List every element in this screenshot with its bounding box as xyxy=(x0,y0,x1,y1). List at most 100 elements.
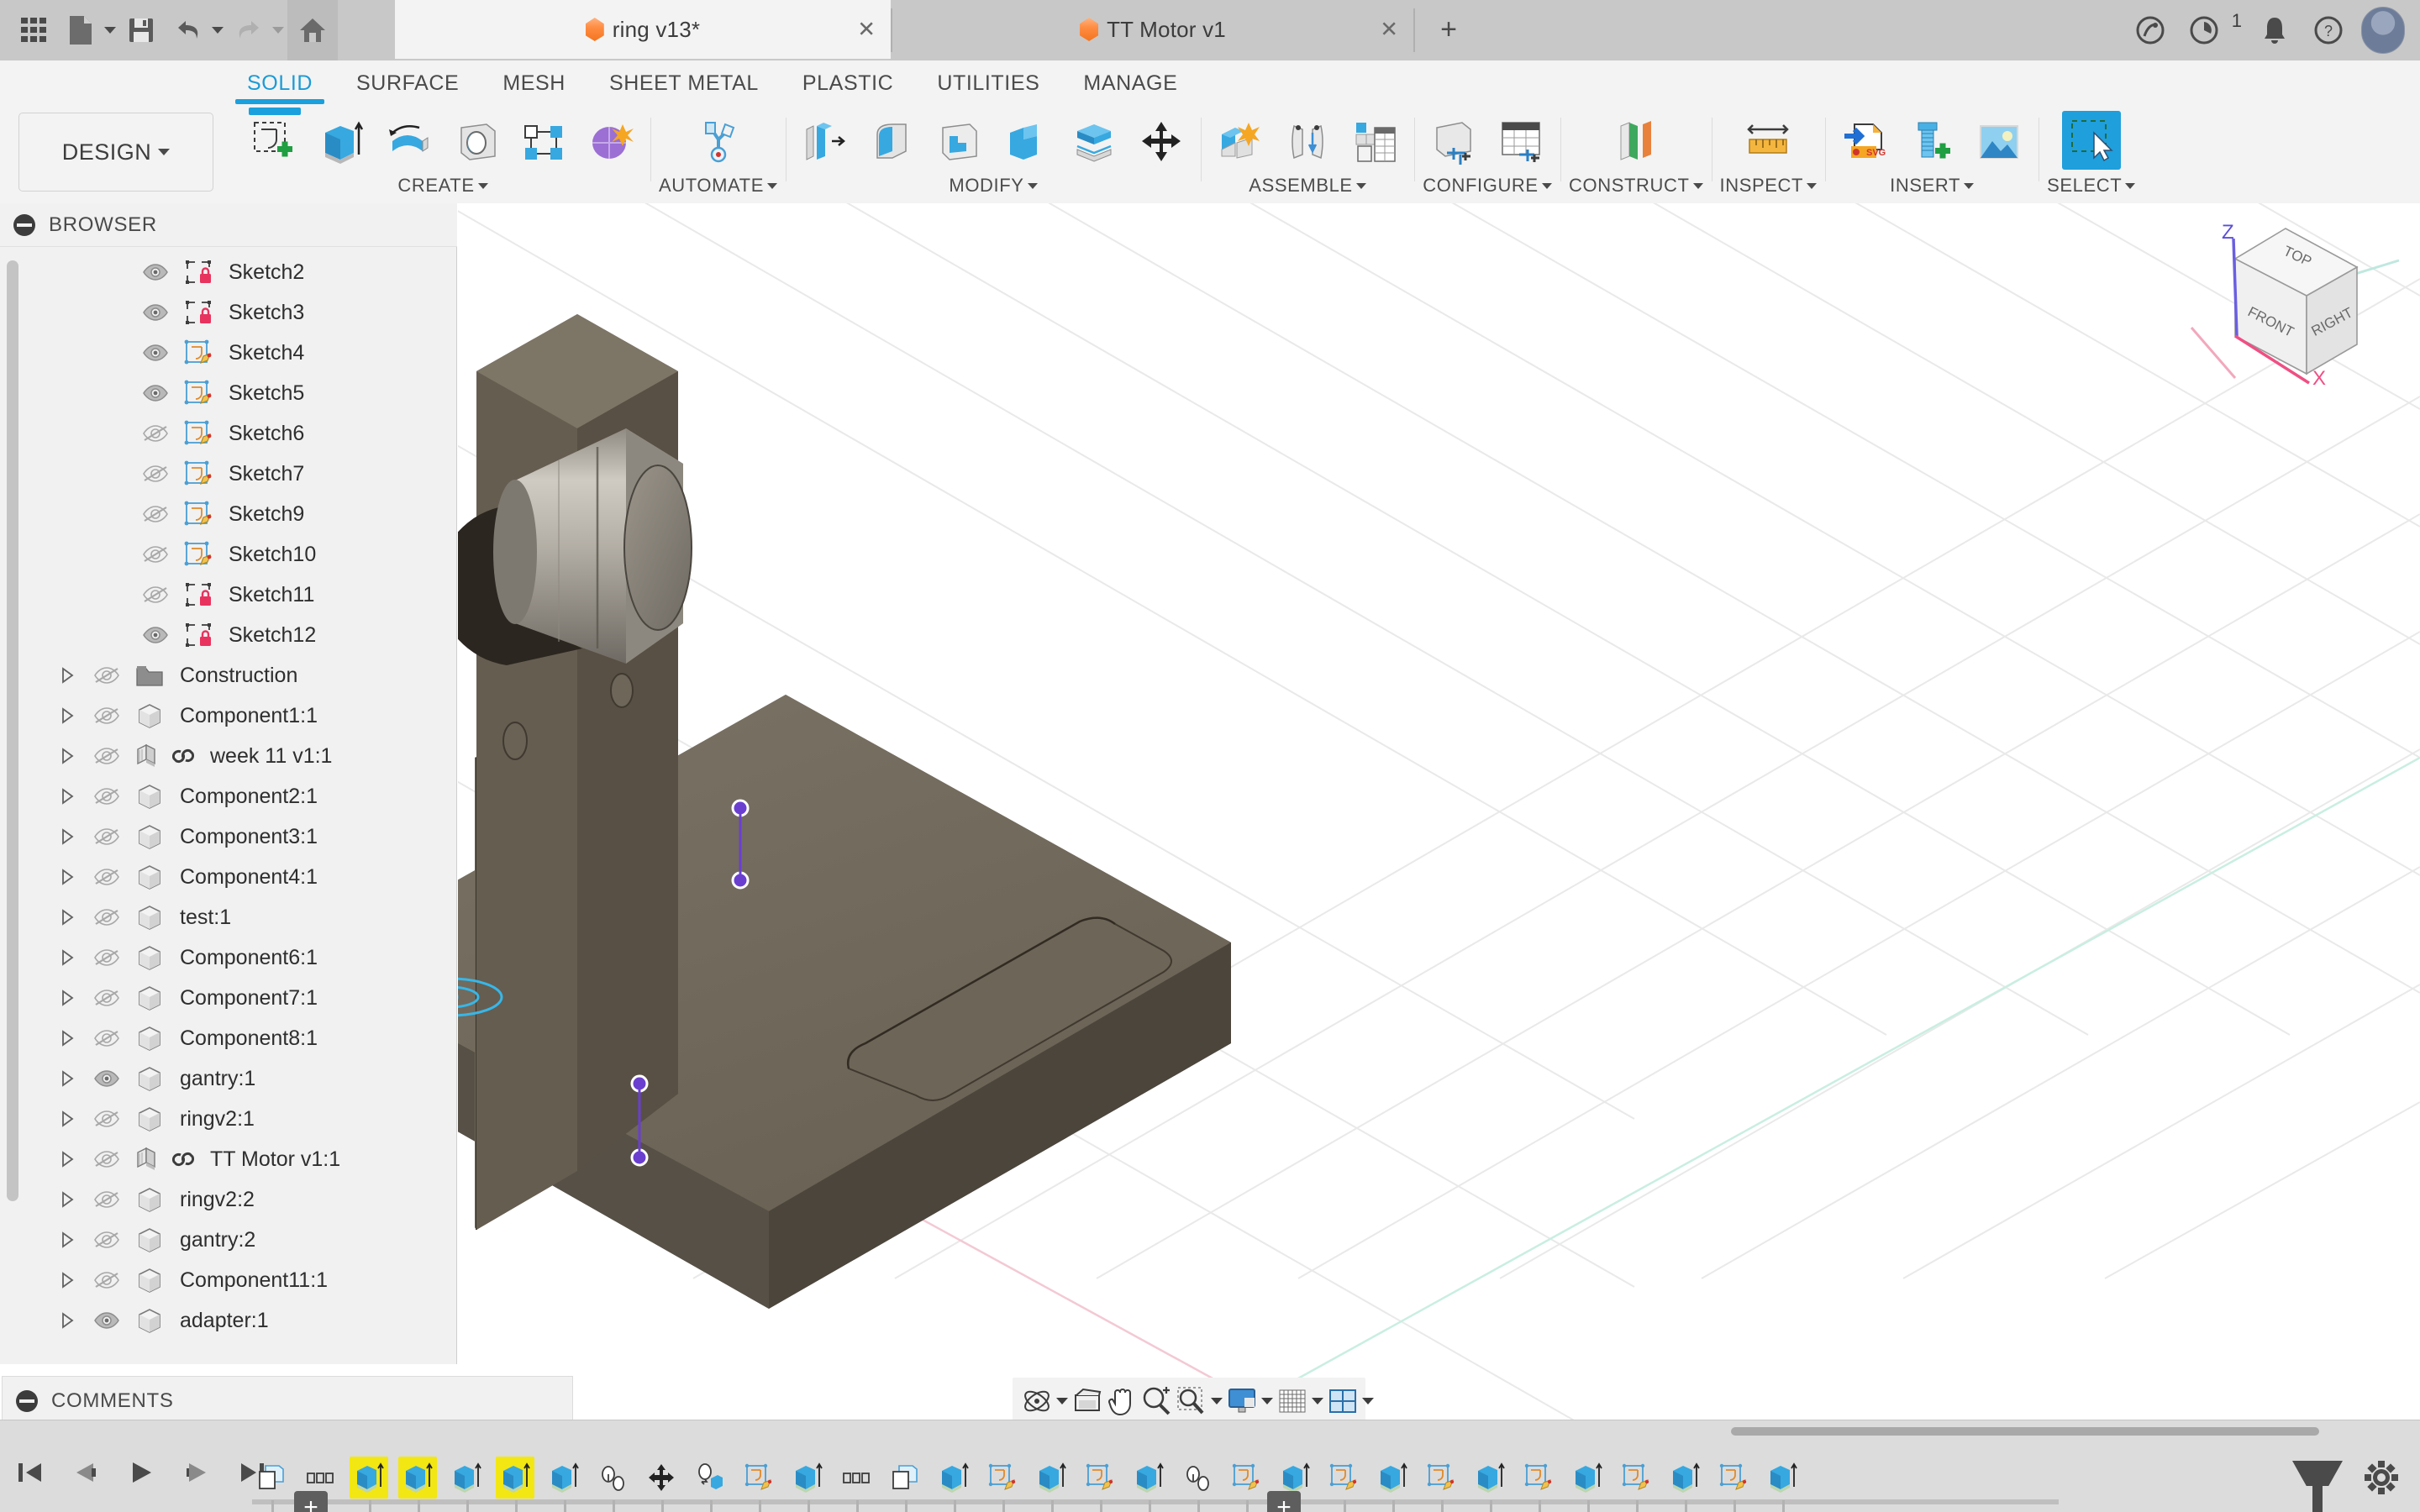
timeline-feature-extrude-feature[interactable] xyxy=(934,1457,973,1512)
browser-row[interactable]: Component3:1 xyxy=(0,816,445,857)
ribbon-tab-solid[interactable]: SOLID xyxy=(225,60,334,106)
configure-model-icon[interactable] xyxy=(1423,111,1485,173)
display-dropdown-icon[interactable] xyxy=(1261,1398,1273,1404)
browser-row[interactable]: Component2:1 xyxy=(0,776,445,816)
visibility-off-icon[interactable] xyxy=(87,907,126,927)
visibility-off-icon[interactable] xyxy=(87,746,126,766)
visibility-on-icon[interactable] xyxy=(87,1310,126,1331)
go-to-beginning-icon[interactable] xyxy=(12,1454,49,1491)
job-status-icon[interactable] xyxy=(2183,9,2225,51)
timeline-marker-start[interactable]: + xyxy=(294,1491,328,1512)
form-icon[interactable] xyxy=(580,111,642,173)
ribbon-group-label[interactable]: INSERT xyxy=(1890,175,1975,197)
undo-icon[interactable] xyxy=(166,8,210,52)
expand-arrow-icon[interactable] xyxy=(52,1311,82,1330)
visibility-off-icon[interactable] xyxy=(136,585,175,605)
timeline-feature-move-feature[interactable] xyxy=(642,1457,681,1512)
timeline-feature-sketch-feature[interactable] xyxy=(739,1457,778,1512)
browser-row[interactable]: Component11:1 xyxy=(0,1260,445,1300)
ribbon-tab-mesh[interactable]: MESH xyxy=(481,60,587,106)
new-component-icon[interactable] xyxy=(1209,111,1271,173)
shell-icon[interactable] xyxy=(929,111,991,173)
comments-panel-header[interactable]: COMMENTS xyxy=(2,1376,573,1425)
timeline-feature-sketch-feature[interactable] xyxy=(1324,1457,1363,1512)
home-icon[interactable] xyxy=(287,0,338,60)
zoom-window-icon[interactable] xyxy=(1176,1382,1207,1420)
visibility-on-icon[interactable] xyxy=(136,383,175,403)
expand-arrow-icon[interactable] xyxy=(52,787,82,806)
browser-row[interactable]: Sketch5 xyxy=(0,373,445,413)
browser-row[interactable]: Sketch10 xyxy=(0,534,445,575)
notifications-icon[interactable] xyxy=(2254,9,2296,51)
ribbon-group-label[interactable]: SELECT xyxy=(2047,175,2136,197)
ribbon-group-label[interactable]: INSPECT xyxy=(1720,175,1818,197)
create-sketch-icon[interactable] xyxy=(244,108,306,173)
visibility-on-icon[interactable] xyxy=(136,343,175,363)
redo-dropdown-icon[interactable] xyxy=(272,27,284,34)
visibility-off-icon[interactable] xyxy=(136,544,175,564)
grid-snap-icon[interactable] xyxy=(1276,1382,1308,1420)
timeline-feature-joint-feature[interactable] xyxy=(1178,1457,1217,1512)
timeline-feature-extrude-feature[interactable] xyxy=(496,1457,534,1512)
new-file-icon[interactable] xyxy=(59,8,103,52)
expand-arrow-icon[interactable] xyxy=(52,989,82,1007)
viewport-canvas[interactable] xyxy=(458,203,2420,1420)
hole-icon[interactable] xyxy=(445,111,508,173)
timeline-feature-extrude-feature[interactable] xyxy=(1373,1457,1412,1512)
visibility-off-icon[interactable] xyxy=(87,786,126,806)
orbit-dropdown-icon[interactable] xyxy=(1056,1398,1068,1404)
browser-row[interactable]: TT Motor v1:1 xyxy=(0,1139,445,1179)
browser-row[interactable]: adapter:1 xyxy=(0,1300,445,1341)
close-tab-icon[interactable]: ✕ xyxy=(1380,17,1398,43)
display-settings-icon[interactable] xyxy=(1226,1382,1258,1420)
document-tab-tt-motor[interactable]: TT Motor v1 ✕ xyxy=(892,0,1413,59)
new-file-dropdown-icon[interactable] xyxy=(104,27,116,34)
timeline[interactable]: + + xyxy=(0,1420,2420,1512)
automated-modeling-icon[interactable] xyxy=(687,111,750,173)
ribbon-group-label[interactable]: ASSEMBLE xyxy=(1249,175,1366,197)
visibility-off-icon[interactable] xyxy=(87,1109,126,1129)
help-icon[interactable]: ? xyxy=(2307,9,2349,51)
play-icon[interactable] xyxy=(123,1454,160,1491)
visibility-off-icon[interactable] xyxy=(136,423,175,444)
browser-row[interactable]: ringv2:1 xyxy=(0,1099,445,1139)
layout-dropdown-icon[interactable] xyxy=(1362,1398,1374,1404)
expand-arrow-icon[interactable] xyxy=(52,1110,82,1128)
move-copy-icon[interactable] xyxy=(1130,111,1192,173)
split-body-icon[interactable] xyxy=(1063,111,1125,173)
look-at-icon[interactable] xyxy=(1071,1382,1103,1420)
orbit-icon[interactable] xyxy=(1021,1382,1053,1420)
browser-row[interactable]: gantry:1 xyxy=(0,1058,445,1099)
expand-arrow-icon[interactable] xyxy=(52,1190,82,1209)
insert-mcmaster-icon[interactable] xyxy=(1901,111,1963,173)
expand-arrow-icon[interactable] xyxy=(52,827,82,846)
browser-row[interactable]: Sketch3 xyxy=(0,292,445,333)
browser-row[interactable]: Component7:1 xyxy=(0,978,445,1018)
browser-row[interactable]: Component1:1 xyxy=(0,696,445,736)
timeline-features[interactable] xyxy=(252,1452,1802,1512)
visibility-off-icon[interactable] xyxy=(136,504,175,524)
expand-arrow-icon[interactable] xyxy=(52,1069,82,1088)
close-tab-icon[interactable]: ✕ xyxy=(857,17,876,43)
visibility-off-icon[interactable] xyxy=(87,1028,126,1048)
ribbon-group-label[interactable]: MODIFY xyxy=(949,175,1038,197)
collapse-panel-icon[interactable] xyxy=(13,213,35,236)
timeline-feature-extrude-feature[interactable] xyxy=(1665,1457,1704,1512)
visibility-off-icon[interactable] xyxy=(87,867,126,887)
timeline-feature-sketch-feature[interactable] xyxy=(1227,1457,1265,1512)
pan-icon[interactable] xyxy=(1107,1382,1137,1420)
timeline-feature-as-built-joint-feature[interactable] xyxy=(691,1457,729,1512)
fillet-icon[interactable] xyxy=(861,111,923,173)
visibility-off-icon[interactable] xyxy=(87,1149,126,1169)
timeline-feature-extrude-feature[interactable] xyxy=(350,1457,388,1512)
expand-arrow-icon[interactable] xyxy=(52,1231,82,1249)
browser-row[interactable]: Sketch12 xyxy=(0,615,445,655)
timeline-scrollbar[interactable] xyxy=(252,1424,2403,1437)
timeline-feature-extrude-feature[interactable] xyxy=(1568,1457,1607,1512)
document-tab-ring[interactable]: ring v13* ✕ xyxy=(395,0,891,59)
step-forward-icon[interactable] xyxy=(178,1454,215,1491)
timeline-feature-extrude-feature[interactable] xyxy=(398,1457,437,1512)
extrude-icon[interactable] xyxy=(311,111,373,173)
measure-icon[interactable] xyxy=(1737,111,1799,173)
visibility-off-icon[interactable] xyxy=(87,1230,126,1250)
